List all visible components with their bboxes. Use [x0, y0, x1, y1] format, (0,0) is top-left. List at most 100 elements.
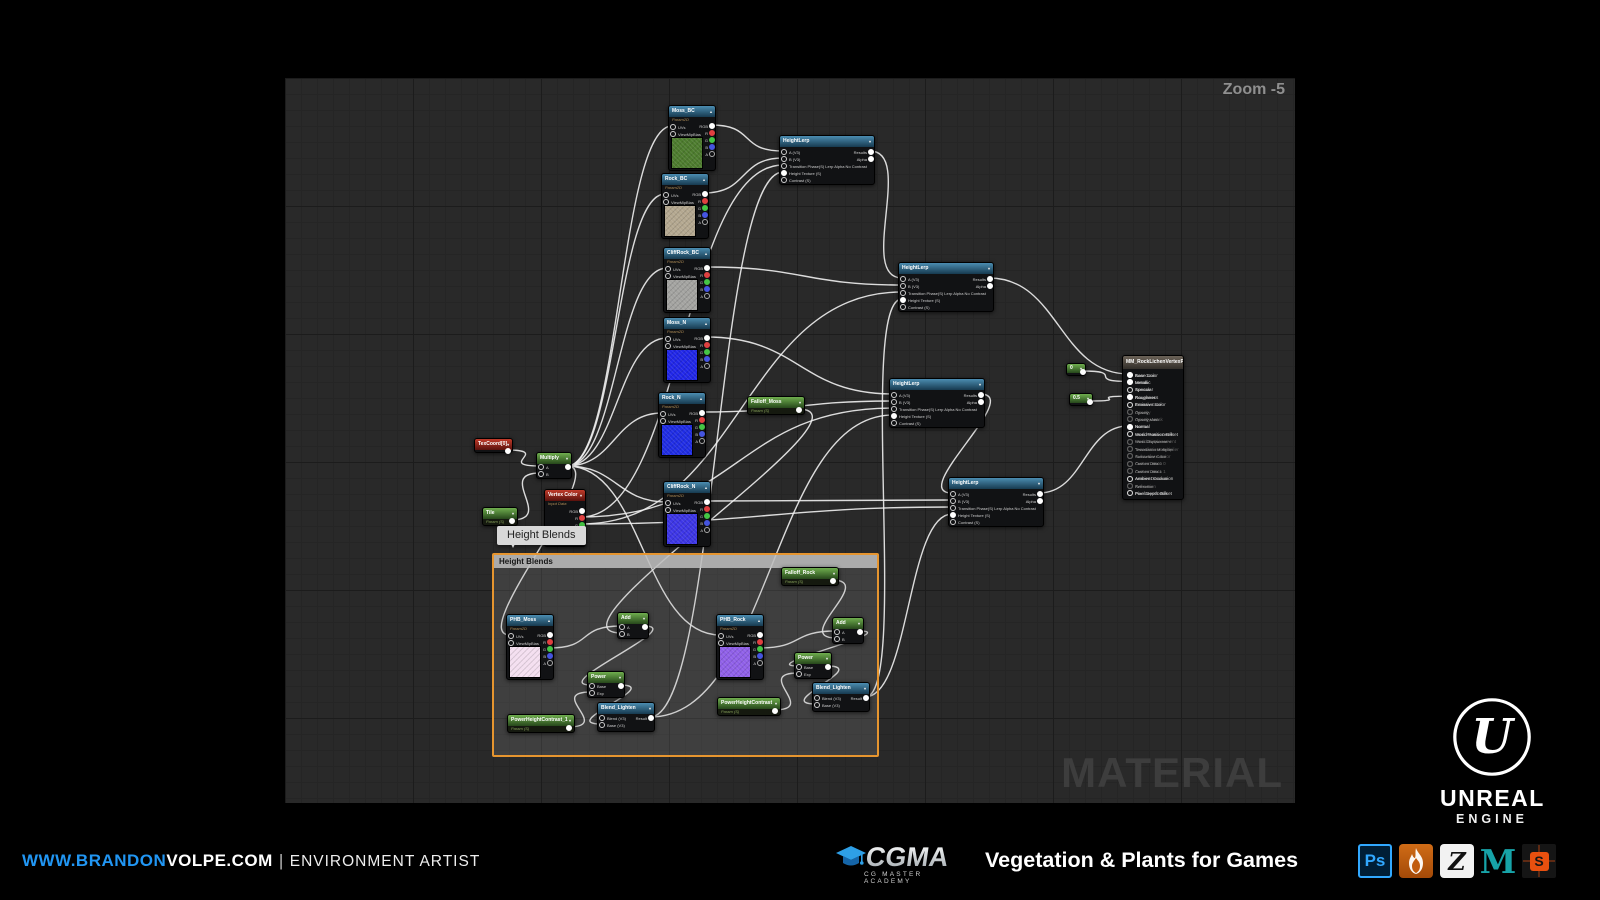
graph-node-hl1[interactable]: HeightLerp▾A (V3)B (V3)Transition Phase(…	[779, 135, 875, 185]
collapse-arrow-icon[interactable]: ▾	[826, 653, 828, 664]
graph-node-moss_bc[interactable]: Moss_BC▴Param2DUVsViewMipBiasRGBRGBA	[668, 105, 716, 171]
input-pin[interactable]	[589, 690, 595, 696]
output-pin[interactable]	[579, 515, 585, 521]
material-input-pin[interactable]	[1127, 468, 1133, 474]
collapse-arrow-icon[interactable]: ▾	[643, 613, 645, 624]
material-input-pin[interactable]	[1127, 379, 1133, 385]
collapse-arrow-icon[interactable]: ▴	[710, 106, 712, 117]
output-pin[interactable]	[704, 349, 710, 355]
graph-node-material[interactable]: MM_RockLichenVertexPaint▾Base ColorMetal…	[1122, 355, 1184, 500]
collapse-arrow-icon[interactable]: ▴	[758, 615, 760, 626]
input-pin[interactable]	[660, 411, 666, 417]
output-pin[interactable]	[704, 520, 710, 526]
output-pin[interactable]	[1087, 399, 1093, 405]
input-pin[interactable]	[718, 633, 724, 639]
output-pin[interactable]	[868, 156, 874, 162]
collapse-arrow-icon[interactable]: ▾	[580, 490, 582, 501]
output-pin[interactable]	[709, 130, 715, 136]
graph-node-c05[interactable]: 0.5▾	[1069, 393, 1093, 406]
graph-node-add1[interactable]: Add▾AB	[617, 612, 649, 639]
graph-node-rock_n[interactable]: Rock_N▴Param2DUVsViewMipBiasRGBRGBA	[658, 392, 706, 458]
output-pin[interactable]	[702, 212, 708, 218]
output-pin[interactable]	[565, 464, 571, 470]
output-pin[interactable]	[618, 683, 624, 689]
graph-node-blend_r[interactable]: Blend_Lighten▾Blend (V3)Base (V3)Result	[812, 682, 870, 712]
input-pin[interactable]	[619, 624, 625, 630]
graph-node-blend_l[interactable]: Blend_Lighten▾Blend (V3)Base (V3)Result	[597, 702, 655, 732]
collapse-arrow-icon[interactable]: ▾	[566, 453, 568, 464]
graph-node-moss_n[interactable]: Moss_N▴Param2DUVsViewMipBiasRGBRGBA	[663, 317, 711, 383]
output-pin[interactable]	[978, 392, 984, 398]
material-input-pin[interactable]	[1127, 416, 1133, 422]
output-pin[interactable]	[704, 499, 710, 505]
output-pin[interactable]	[547, 639, 553, 645]
output-pin[interactable]	[863, 695, 869, 701]
input-pin[interactable]	[781, 163, 787, 169]
output-pin[interactable]	[704, 272, 710, 278]
collapse-arrow-icon[interactable]: ▴	[705, 318, 707, 329]
material-input-pin[interactable]	[1127, 387, 1133, 393]
output-pin[interactable]	[702, 198, 708, 204]
output-pin[interactable]	[987, 283, 993, 289]
input-pin[interactable]	[508, 633, 514, 639]
material-input-pin[interactable]	[1127, 424, 1133, 430]
output-pin[interactable]	[547, 632, 553, 638]
input-pin[interactable]	[665, 266, 671, 272]
output-pin[interactable]	[699, 424, 705, 430]
input-pin[interactable]	[796, 671, 802, 677]
graph-node-phc_l[interactable]: PowerHeightContrast_1▾Param (S)	[507, 714, 575, 733]
material-input-pin[interactable]	[1127, 409, 1133, 415]
input-pin[interactable]	[950, 519, 956, 525]
collapse-arrow-icon[interactable]: ▴	[700, 393, 702, 404]
output-pin[interactable]	[699, 417, 705, 423]
output-pin[interactable]	[547, 653, 553, 659]
graph-node-rock_bc[interactable]: Rock_BC▴Param2DUVsViewMipBiasRGBRGBA	[661, 173, 709, 239]
input-pin[interactable]	[796, 664, 802, 670]
graph-node-add2[interactable]: Add▾AB	[832, 617, 864, 644]
collapse-arrow-icon[interactable]: ▴	[705, 248, 707, 259]
input-pin[interactable]	[781, 156, 787, 162]
material-input-pin[interactable]	[1127, 402, 1133, 408]
material-input-pin[interactable]	[1127, 490, 1133, 496]
graph-node-power_l[interactable]: Power▾BaseExp	[587, 671, 625, 698]
output-pin[interactable]	[757, 639, 763, 645]
output-pin[interactable]	[704, 506, 710, 512]
graph-node-cliffrock_bc[interactable]: CliffRock_BC▴Param2DUVsViewMipBiasRGBRGB…	[663, 247, 711, 313]
output-pin[interactable]	[704, 356, 710, 362]
collapse-arrow-icon[interactable]: ▾	[619, 672, 621, 683]
output-pin[interactable]	[699, 431, 705, 437]
input-pin[interactable]	[834, 636, 840, 642]
material-input-pin[interactable]	[1127, 476, 1133, 482]
collapse-arrow-icon[interactable]: ▾	[1038, 478, 1040, 489]
input-pin[interactable]	[891, 406, 897, 412]
graph-node-phb_rock[interactable]: PHB_Rock▴Param2DUVsViewMipBiasRGBRGBA	[716, 614, 764, 680]
output-pin[interactable]	[757, 660, 763, 666]
input-pin[interactable]	[950, 498, 956, 504]
input-pin[interactable]	[619, 631, 625, 637]
output-pin[interactable]	[579, 508, 585, 514]
input-pin[interactable]	[665, 500, 671, 506]
material-input-pin[interactable]	[1127, 446, 1133, 452]
graph-node-tile[interactable]: Tile▾Param (S)	[482, 507, 518, 526]
graph-node-power_r[interactable]: Power▾BaseExp	[794, 652, 832, 679]
graph-node-hl3[interactable]: HeightLerp▾A (V3)B (V3)Transition Phase(…	[889, 378, 985, 428]
material-input-pin[interactable]	[1127, 372, 1133, 378]
input-pin[interactable]	[950, 491, 956, 497]
input-pin[interactable]	[900, 304, 906, 310]
input-pin[interactable]	[665, 336, 671, 342]
graph-node-texcoord[interactable]: TexCoord[0]▾	[474, 438, 513, 453]
output-pin[interactable]	[547, 646, 553, 652]
input-pin[interactable]	[900, 276, 906, 282]
output-pin[interactable]	[772, 708, 778, 714]
output-pin[interactable]	[987, 276, 993, 282]
input-pin[interactable]	[599, 722, 605, 728]
output-pin[interactable]	[702, 191, 708, 197]
output-pin[interactable]	[1037, 491, 1043, 497]
collapse-arrow-icon[interactable]: ▴	[548, 615, 550, 626]
input-pin[interactable]	[781, 170, 787, 176]
output-pin[interactable]	[704, 513, 710, 519]
input-pin[interactable]	[814, 695, 820, 701]
output-pin[interactable]	[757, 646, 763, 652]
output-pin[interactable]	[868, 149, 874, 155]
graph-node-falloff_moss[interactable]: Falloff_Moss▾Param (S)	[747, 396, 805, 415]
